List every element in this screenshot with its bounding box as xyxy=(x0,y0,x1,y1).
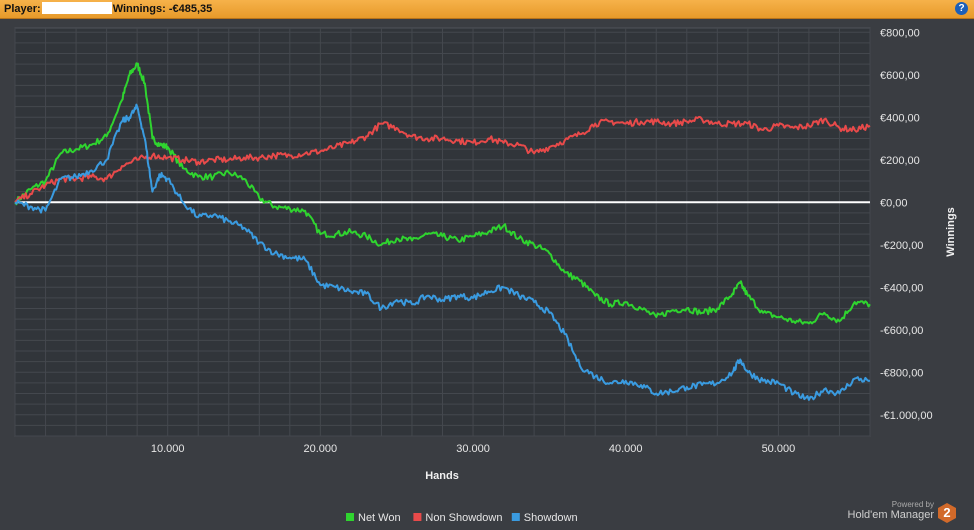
legend: Net Won Non Showdown Showdown xyxy=(346,512,578,524)
x-axis-title: Hands xyxy=(425,470,459,482)
x-tick-label: 20.000 xyxy=(304,443,338,455)
y-tick-label: -€800,00 xyxy=(880,367,923,379)
x-tick-label: 30.000 xyxy=(456,443,490,455)
y-tick-label: €600,00 xyxy=(880,70,920,82)
y-tick-label: -€200,00 xyxy=(880,240,923,252)
product-name: Hold'em Manager xyxy=(847,509,934,521)
x-tick-label: 50.000 xyxy=(762,443,796,455)
legend-swatch xyxy=(413,513,422,521)
x-tick-label: 10.000 xyxy=(151,443,185,455)
y-tick-label: -€1.000,00 xyxy=(880,410,933,422)
y-axis-title: Winnings xyxy=(945,207,957,256)
winnings-chart: 10.000 20.000 30.000 40.000 50.000 €800,00 €60… xyxy=(14,27,957,524)
x-tick-label: 40.000 xyxy=(609,443,643,455)
legend-swatch xyxy=(346,513,354,521)
y-tick-label: -€400,00 xyxy=(880,282,923,294)
y-tick-label: €0,00 xyxy=(880,197,908,209)
y-tick-label: €800,00 xyxy=(880,27,920,39)
legend-swatch xyxy=(511,513,520,521)
legend-label: Net Won xyxy=(358,512,401,524)
y-tick-label: -€600,00 xyxy=(880,325,923,337)
y-tick-label: €200,00 xyxy=(880,155,920,167)
y-tick-label: €400,00 xyxy=(880,112,920,124)
legend-label: Showdown xyxy=(524,512,578,524)
legend-label: Non Showdown xyxy=(425,512,502,524)
powered-by-text: Powered by xyxy=(891,500,934,509)
